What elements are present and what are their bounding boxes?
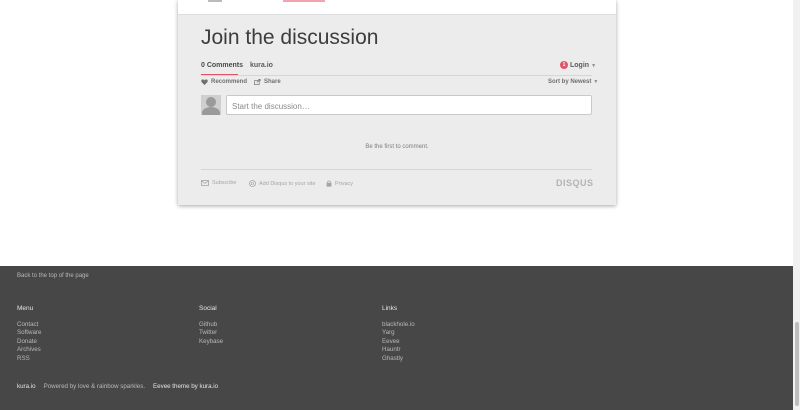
post-edge-mark	[208, 0, 222, 2]
add-disqus-label: Add Disqus to your site	[259, 180, 316, 187]
footer-link-twitter[interactable]: Twitter	[199, 329, 223, 337]
privacy-link[interactable]: Privacy	[326, 180, 353, 187]
share-icon	[254, 79, 261, 85]
avatar-body-shape	[202, 107, 220, 115]
footer-link-ghastly[interactable]: Ghastly	[382, 355, 415, 363]
theme-credit-text: Eevee theme by	[153, 383, 198, 390]
subscribe-label: Subscribe	[212, 180, 237, 186]
heart-icon	[201, 79, 208, 85]
back-to-top-link[interactable]: Back to the top of the page	[17, 273, 89, 279]
notification-badge[interactable]: 1	[560, 61, 568, 69]
footer-link-eevee[interactable]: Eevee	[382, 338, 415, 346]
post-bottom-edge	[178, 0, 616, 15]
powered-by-text: Powered by love & rainbow sparkles.	[43, 383, 146, 390]
footer-heading-links: Links	[382, 305, 398, 312]
login-label: Login	[570, 62, 590, 69]
footer-heading-menu: Menu	[17, 305, 34, 312]
footer-link-blackhole[interactable]: blackhole.io	[382, 321, 415, 329]
footer-credits: kura.io Powered by love & rainbow sparkle…	[17, 383, 218, 390]
footer-link-keybase[interactable]: Keybase	[199, 338, 223, 346]
share-label: Share	[264, 79, 281, 85]
footer-menu-list: Contact Software Donate Archives RSS	[17, 321, 41, 363]
tabs-divider	[201, 75, 592, 76]
page-scrollbar-thumb[interactable]	[795, 322, 799, 406]
add-disqus-link[interactable]: D Add Disqus to your site	[249, 180, 316, 187]
post-edge-accent	[283, 0, 325, 2]
footer-link-hauntr[interactable]: Hauntr	[382, 346, 415, 354]
envelope-icon	[201, 180, 209, 186]
share-button[interactable]: Share	[254, 79, 281, 85]
footer-link-rss[interactable]: RSS	[17, 355, 41, 363]
login-menu[interactable]: Login ▼	[570, 62, 596, 69]
tab-comments[interactable]: 0 Comments	[201, 62, 243, 69]
footer-heading-social: Social	[199, 305, 217, 312]
footer-social-list: Github Twitter Keybase	[199, 321, 223, 346]
footer-links-list: blackhole.io Yarg Eevee Hauntr Ghastly	[382, 321, 415, 363]
footer-divider	[201, 169, 592, 170]
recommend-button[interactable]: Recommend	[201, 79, 247, 85]
sort-label: Sort by Newest	[548, 79, 592, 85]
privacy-label: Privacy	[335, 180, 354, 187]
avatar	[201, 95, 221, 115]
comment-composer[interactable]	[226, 95, 592, 116]
no-comments-message: Be the first to comment.	[365, 144, 429, 150]
chevron-down-icon: ▼	[593, 79, 599, 85]
footer-link-contact[interactable]: Contact	[17, 321, 41, 329]
footer-link-software[interactable]: Software	[17, 329, 41, 337]
footer-link-archives[interactable]: Archives	[17, 346, 41, 354]
footer-link-donate[interactable]: Donate	[17, 338, 41, 346]
theme-author-link[interactable]: kura.io	[200, 383, 219, 390]
tab-community[interactable]: kura.io	[250, 62, 273, 69]
footer-brand-link[interactable]: kura.io	[17, 383, 36, 390]
sort-dropdown[interactable]: Sort by Newest ▼	[548, 79, 598, 85]
svg-text:D: D	[251, 181, 254, 186]
comment-input[interactable]	[227, 97, 591, 116]
subscribe-link[interactable]: Subscribe	[201, 180, 236, 186]
footer-link-github[interactable]: Github	[199, 321, 223, 329]
disqus-logo[interactable]: DISQUS	[556, 178, 594, 188]
lock-icon	[326, 180, 332, 187]
discussion-title: Join the discussion	[201, 26, 379, 49]
footer-link-yarg[interactable]: Yarg	[382, 329, 415, 337]
disqus-d-icon: D	[249, 180, 256, 187]
disqus-panel: Join the discussion 0 Comments kura.io 1…	[178, 0, 616, 205]
recommend-label: Recommend	[211, 79, 248, 85]
chevron-down-icon: ▼	[591, 63, 597, 69]
avatar-head-shape	[206, 97, 216, 107]
